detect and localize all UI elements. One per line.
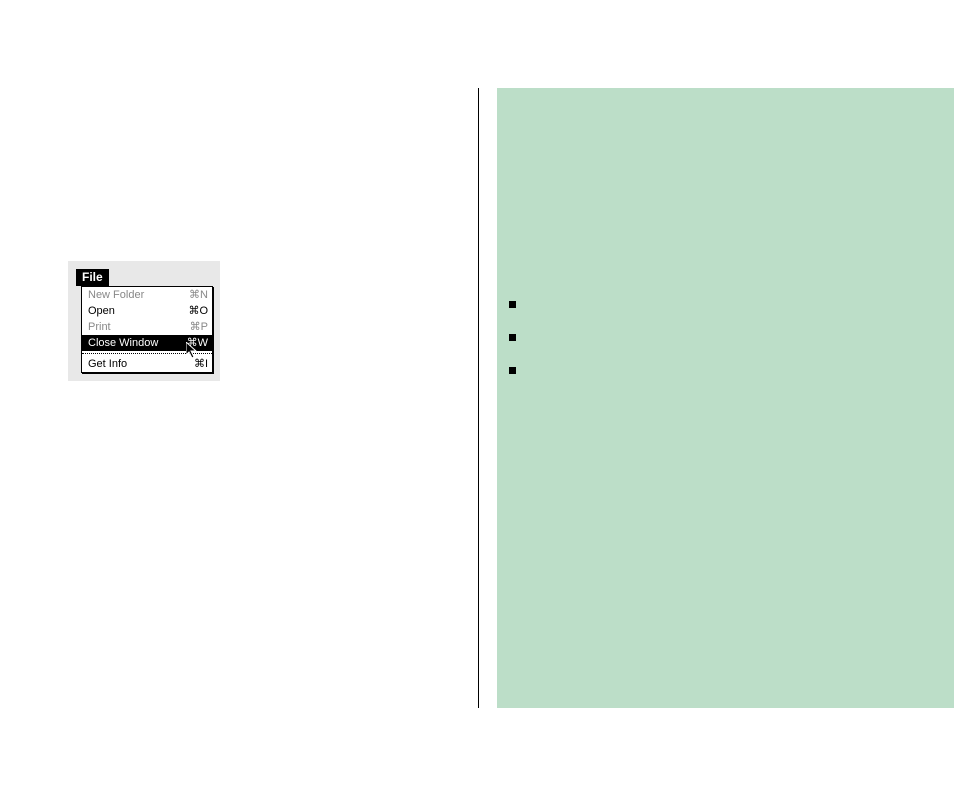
menu-item-label: New Folder (88, 288, 144, 303)
menu-separator (82, 353, 212, 354)
menu-item-label: Close Window (88, 336, 158, 351)
mac-menu-screenshot: File New Folder ⌘N Open ⌘O Print ⌘P Clos… (68, 261, 220, 381)
bullet-item (509, 334, 516, 341)
square-bullet-icon (509, 367, 516, 374)
menu-item-shortcut: ⌘P (190, 320, 208, 335)
square-bullet-icon (509, 301, 516, 308)
menu-item-get-info[interactable]: Get Info ⌘I (82, 356, 212, 372)
menu-item-close-window[interactable]: Close Window ⌘W (82, 335, 212, 351)
right-panel (497, 88, 954, 708)
menu-dropdown: New Folder ⌘N Open ⌘O Print ⌘P Close Win… (81, 286, 213, 373)
menu-item-print: Print ⌘P (82, 319, 212, 335)
menu-item-shortcut: ⌘I (194, 357, 208, 372)
menu-item-label: Print (88, 320, 111, 335)
menu-title[interactable]: File (76, 269, 109, 286)
bullet-list (509, 301, 516, 400)
menu-title-label: File (82, 270, 103, 284)
menu-item-shortcut: ⌘O (188, 304, 208, 319)
menu-item-shortcut: ⌘W (187, 336, 208, 351)
bullet-item (509, 367, 516, 374)
bullet-item (509, 301, 516, 308)
menu-item-new-folder: New Folder ⌘N (82, 287, 212, 303)
square-bullet-icon (509, 334, 516, 341)
menu-item-label: Open (88, 304, 115, 319)
menu-item-label: Get Info (88, 357, 127, 372)
menu-item-open[interactable]: Open ⌘O (82, 303, 212, 319)
vertical-divider (478, 88, 479, 708)
menu-item-shortcut: ⌘N (189, 288, 208, 303)
